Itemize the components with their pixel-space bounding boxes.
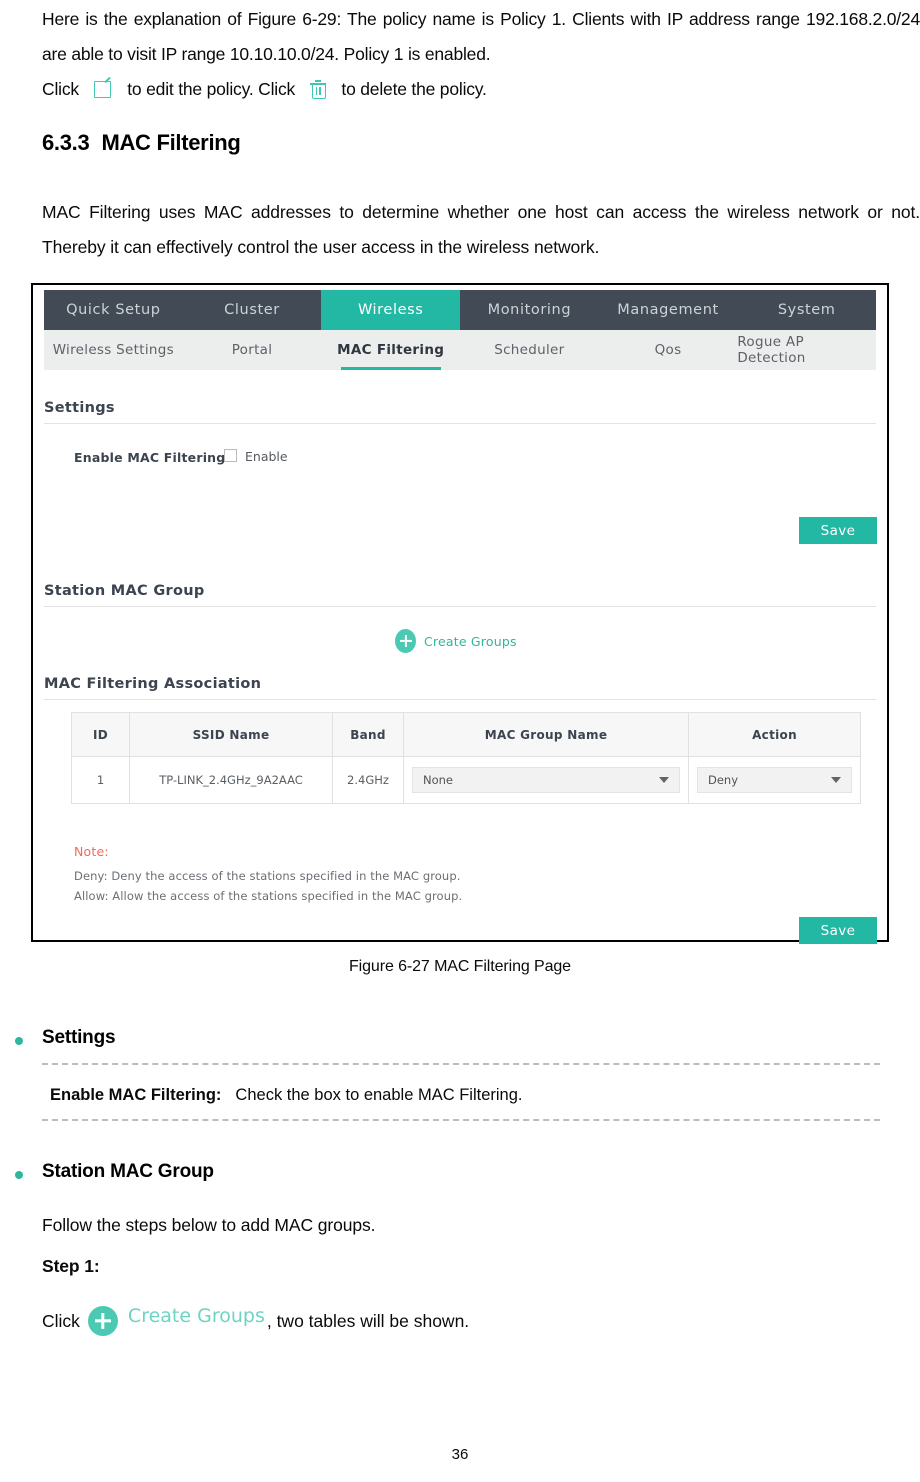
settings-divider: [44, 423, 876, 424]
subnav-item-scheduler[interactable]: Scheduler: [460, 330, 599, 370]
enable-mac-filtering-checkbox[interactable]: [224, 449, 237, 462]
section-title: MAC Filtering: [101, 130, 241, 155]
enable-checkbox-label: Enable: [245, 449, 288, 464]
screenshot-figure: Quick Setup Cluster Wireless Monitoring …: [31, 283, 889, 944]
note-line-deny: Deny: Deny the access of the stations sp…: [74, 869, 461, 883]
mac-filtering-association-table: ID SSID Name Band MAC Group Name Action …: [71, 712, 861, 804]
create-groups-button[interactable]: Create Groups: [395, 629, 517, 653]
section-body-paragraph: MAC Filtering uses MAC addresses to dete…: [42, 202, 920, 257]
note-line-allow: Allow: Allow the access of the stations …: [74, 889, 463, 903]
edit-icon[interactable]: [93, 76, 113, 99]
enable-mac-filtering-value: Check the box to enable MAC Filtering.: [235, 1086, 523, 1104]
action-dropdown[interactable]: Deny: [697, 767, 852, 793]
nav-item-monitoring[interactable]: Monitoring: [460, 290, 599, 330]
subnav-item-rogue-ap-detection[interactable]: Rogue AP Detection: [737, 330, 876, 370]
follow-steps-text: Follow the steps below to add MAC groups…: [42, 1215, 376, 1235]
bullet-dot-station-mac-group: [15, 1171, 23, 1179]
association-divider: [44, 699, 876, 700]
page-number: 36: [451, 1446, 469, 1463]
chevron-down-icon: [659, 777, 669, 783]
panel-body: Settings Enable MAC Filtering: Enable Sa…: [33, 370, 887, 944]
subnav-item-qos[interactable]: Qos: [599, 330, 738, 370]
click-instruction-line: Click to edit the policy. Click to delet…: [42, 72, 742, 107]
document-page: Here is the explanation of Figure 6-29: …: [0, 0, 920, 1482]
bullet-dot-settings: [15, 1037, 23, 1045]
step1-click-text: Click: [42, 1310, 80, 1331]
enable-mac-filtering-explanation: Enable MAC Filtering: Check the box to en…: [50, 1086, 522, 1105]
cell-band: 2.4GHz: [332, 756, 404, 804]
explanation-heading-settings: Settings: [42, 1027, 116, 1048]
figure-caption: Figure 6-27 MAC Filtering Page: [349, 958, 571, 975]
click-text-2: to edit the policy. Click: [127, 79, 296, 99]
primary-navigation: Quick Setup Cluster Wireless Monitoring …: [44, 290, 876, 330]
create-groups-label: Create Groups: [424, 633, 517, 649]
subnav-item-portal[interactable]: Portal: [183, 330, 322, 370]
nav-item-system[interactable]: System: [737, 290, 876, 330]
cell-id: 1: [71, 756, 130, 804]
mac-group-name-dropdown[interactable]: None: [412, 767, 680, 793]
column-header-mac-group-name: MAC Group Name: [403, 712, 689, 757]
nav-item-management[interactable]: Management: [599, 290, 738, 330]
action-value: Deny: [708, 773, 739, 787]
table-row: 1 TP-LINK_2.4GHz_9A2AAC 2.4GHz None Deny: [71, 756, 861, 804]
step1-rest-text: , two tables will be shown.: [266, 1310, 470, 1331]
table-header-row: ID SSID Name Band MAC Group Name Action: [71, 712, 861, 757]
station-mac-group-divider: [44, 606, 876, 607]
explanation-heading-station-mac-group: Station MAC Group: [42, 1161, 214, 1182]
click-text-3: to delete the policy.: [341, 79, 487, 99]
subnav-item-wireless-settings[interactable]: Wireless Settings: [44, 330, 183, 370]
cell-mac-group-name: None: [403, 756, 689, 804]
column-header-ssid-name: SSID Name: [129, 712, 333, 757]
cell-ssid-name: TP-LINK_2.4GHz_9A2AAC: [129, 756, 333, 804]
divider-top: [42, 1063, 880, 1065]
enable-mac-filtering-key: Enable MAC Filtering:: [50, 1086, 222, 1104]
subnav-item-mac-filtering[interactable]: MAC Filtering: [321, 330, 460, 370]
column-header-action: Action: [688, 712, 861, 757]
column-header-band: Band: [332, 712, 404, 757]
section-heading: 6.3.3 MAC Filtering: [42, 130, 241, 156]
secondary-navigation: Wireless Settings Portal MAC Filtering S…: [44, 330, 876, 370]
mac-group-name-value: None: [423, 773, 454, 787]
note-title: Note:: [74, 844, 109, 859]
divider-bottom: [42, 1119, 880, 1121]
mac-filtering-association-title: MAC Filtering Association: [44, 676, 262, 692]
station-mac-group-title: Station MAC Group: [44, 583, 205, 599]
association-save-button[interactable]: Save: [799, 917, 877, 944]
plus-circle-icon: [395, 629, 416, 653]
nav-item-cluster[interactable]: Cluster: [183, 290, 322, 330]
settings-section-title: Settings: [44, 400, 115, 416]
step1-instruction: Click Create Groups , two tables will be…: [42, 1305, 470, 1336]
nav-item-quick-setup[interactable]: Quick Setup: [44, 290, 183, 330]
section-number: 6.3.3: [42, 130, 90, 155]
click-text-1: Click: [42, 79, 79, 99]
delete-icon[interactable]: [309, 80, 327, 99]
settings-save-button[interactable]: Save: [799, 517, 877, 544]
chevron-down-icon: [831, 777, 841, 783]
step1-label: Step 1:: [42, 1256, 100, 1276]
plus-circle-icon[interactable]: [87, 1306, 118, 1336]
column-header-id: ID: [71, 712, 130, 757]
cell-action: Deny: [688, 756, 861, 804]
intro-paragraph: Here is the explanation of Figure 6-29: …: [42, 9, 920, 64]
nav-item-wireless[interactable]: Wireless: [321, 290, 461, 330]
step1-create-groups-label[interactable]: Create Groups: [128, 1305, 265, 1327]
enable-mac-filtering-label: Enable MAC Filtering:: [74, 450, 231, 465]
